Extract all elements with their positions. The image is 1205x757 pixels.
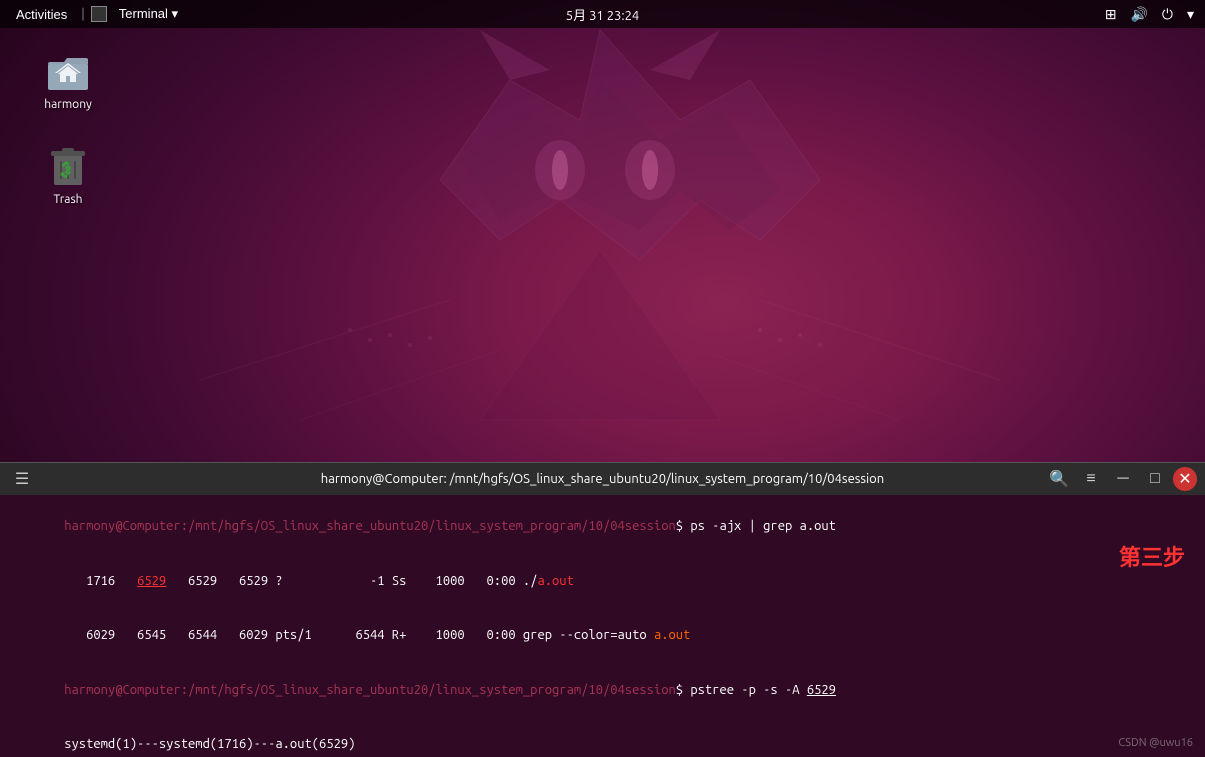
- terminal-window-title: harmony@Computer: /mnt/hgfs/OS_linux_sha…: [321, 472, 884, 486]
- terminal-line-5: systemd(1)---systemd(1716)---a.out(6529): [6, 717, 1199, 757]
- terminal-window-controls: 🔍 ≡ ─ □ ✕: [1045, 467, 1197, 491]
- output-2b: 6529 6529 ? -1 Ss 1000 0:00 ./: [166, 574, 537, 588]
- terminal-minimize-button[interactable]: ─: [1109, 467, 1137, 491]
- output-3a: 6029 6545 6544 6029 pts/1 6544 R+ 1000 0…: [64, 628, 654, 642]
- activities-button[interactable]: Activities: [8, 5, 75, 24]
- power-icon[interactable]: ⏻: [1159, 4, 1176, 25]
- trash-bin-svg: [44, 141, 92, 189]
- desktop: Activities | Terminal ▾ 5月 31 23:24 ⊞ 🔊 …: [0, 0, 1205, 757]
- terminal-maximize-button[interactable]: □: [1141, 467, 1169, 491]
- topbar: Activities | Terminal ▾ 5月 31 23:24 ⊞ 🔊 …: [0, 0, 1205, 28]
- cmd-1: $ ps -ajx | grep a.out: [676, 519, 836, 533]
- terminal-dropdown-arrow: ▾: [172, 6, 179, 21]
- terminal-search-button[interactable]: 🔍: [1045, 467, 1073, 491]
- volume-icon[interactable]: 🔊: [1127, 4, 1150, 25]
- wallpaper-art: [0, 0, 1205, 430]
- csdn-watermark: CSDN @uwu16: [1118, 737, 1193, 749]
- output-5: systemd(1)---systemd(1716)---a.out(6529): [64, 737, 355, 751]
- terminal-menu-icon[interactable]: ☰: [8, 467, 36, 491]
- prompt-1: harmony@Computer:/mnt/hgfs/OS_linux_shar…: [64, 519, 676, 533]
- terminal-title-left: ☰: [8, 467, 36, 491]
- harmony-icon-label: harmony: [44, 98, 91, 111]
- network-icon[interactable]: ⊞: [1102, 4, 1120, 25]
- terminal-menu-button[interactable]: Terminal ▾: [113, 4, 184, 24]
- terminal-close-button[interactable]: ✕: [1173, 467, 1197, 491]
- terminal-options-button[interactable]: ≡: [1077, 467, 1105, 491]
- pid-highlight-1: 6529: [137, 574, 166, 588]
- terminal-label: Terminal: [119, 6, 168, 21]
- terminal-titlebar: ☰ harmony@Computer: /mnt/hgfs/OS_linux_s…: [0, 463, 1205, 495]
- topbar-right: ⊞ 🔊 ⏻ ▾: [1102, 4, 1205, 25]
- system-menu-arrow[interactable]: ▾: [1184, 4, 1197, 25]
- output-2a: 1716: [64, 574, 137, 588]
- terminal-window: ☰ harmony@Computer: /mnt/hgfs/OS_linux_s…: [0, 462, 1205, 757]
- datetime-display: 5月 31 23:24: [566, 9, 639, 23]
- topbar-left: Activities | Terminal ▾: [0, 4, 184, 24]
- terminal-line-2: 1716 6529 6529 6529 ? -1 Ss 1000 0:00 ./…: [6, 554, 1199, 609]
- terminal-line-4: harmony@Computer:/mnt/hgfs/OS_linux_shar…: [6, 663, 1199, 718]
- terminal-line-3: 6029 6545 6544 6029 pts/1 6544 R+ 1000 0…: [6, 608, 1199, 663]
- topbar-datetime: 5月 31 23:24: [566, 5, 639, 24]
- aout-2: a.out: [654, 628, 690, 642]
- prompt-2: harmony@Computer:/mnt/hgfs/OS_linux_shar…: [64, 683, 676, 697]
- terminal-app-icon: [91, 6, 107, 22]
- trash-icon-label: Trash: [53, 193, 82, 206]
- trash-icon-image: [44, 141, 92, 189]
- home-folder-svg: [44, 46, 92, 94]
- terminal-title-text: harmony@Computer: /mnt/hgfs/OS_linux_sha…: [321, 472, 884, 486]
- desktop-icon-trash[interactable]: Trash: [28, 135, 108, 212]
- aout-1: a.out: [537, 574, 573, 588]
- cmd-2: $ pstree -p -s -A 6529: [676, 683, 836, 697]
- terminal-line-1: harmony@Computer:/mnt/hgfs/OS_linux_shar…: [6, 499, 1199, 554]
- watermark-text: CSDN @uwu16: [1118, 737, 1193, 749]
- terminal-content[interactable]: harmony@Computer:/mnt/hgfs/OS_linux_shar…: [0, 495, 1205, 757]
- harmony-icon-image: [44, 46, 92, 94]
- desktop-icon-harmony[interactable]: harmony: [28, 40, 108, 117]
